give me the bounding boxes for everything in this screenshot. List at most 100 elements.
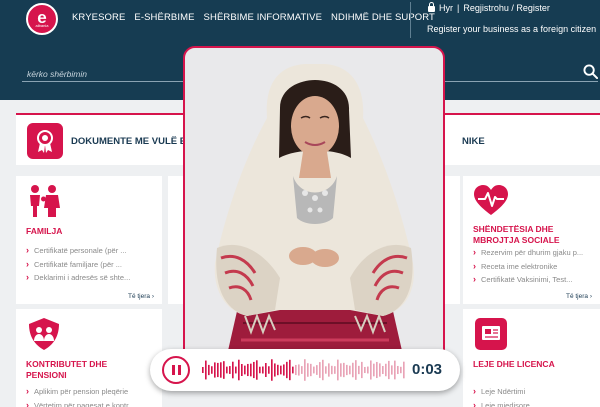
waveform-bar	[235, 366, 237, 374]
waveform-bar	[385, 363, 387, 377]
login-link[interactable]: Hyr	[439, 3, 453, 13]
waveform-bar	[277, 364, 279, 376]
search-icon[interactable]	[583, 64, 598, 79]
pause-icon[interactable]	[162, 356, 190, 384]
waveform-bar	[376, 361, 378, 379]
login-separator: |	[457, 3, 460, 13]
waveform-bar	[388, 360, 390, 380]
waveform-bar	[229, 366, 231, 374]
card-links: Leje Ndërtimi Leje mjedisore	[473, 385, 530, 407]
waveform-bar	[319, 362, 321, 378]
waveform-bar	[403, 361, 405, 379]
card-title: FAMILJA	[26, 226, 63, 236]
waveform-bar	[358, 365, 360, 375]
waveform-bar	[346, 364, 348, 376]
waveform-bar	[247, 363, 249, 377]
waveform-bar	[238, 359, 240, 381]
certificate-icon	[27, 123, 63, 159]
card-kontributet[interactable]: KONTRIBUTET DHE PENSIONI Aplikim për pen…	[16, 309, 162, 407]
waveform-bar	[241, 363, 243, 377]
waveform-bar	[328, 363, 330, 377]
nav-kryesore[interactable]: KRYESORE	[72, 12, 125, 23]
license-icon	[475, 318, 507, 350]
waveform-bar	[400, 366, 402, 374]
waveform-bar	[271, 359, 273, 381]
waveform-bar	[394, 360, 396, 380]
family-icon	[30, 185, 60, 217]
foreign-register-link[interactable]: Register your business as a foreign citi…	[427, 24, 596, 34]
card-links: Aplikim për pension pleqërie Vërtetim pë…	[26, 385, 134, 407]
card-shendetesia[interactable]: SHËNDETËSIA DHE MBROJTJA SOCIALE Rezervi…	[463, 176, 600, 304]
waveform-bar	[301, 366, 303, 374]
card-title: KONTRIBUTET DHE PENSIONI	[26, 359, 108, 380]
card-leje-dhe-licenca[interactable]: LEJE DHE LICENCA Leje Ndërtimi Leje mjed…	[463, 309, 600, 407]
waveform-bar	[322, 359, 324, 381]
waveform-bar	[343, 362, 345, 378]
list-item[interactable]: Aplikim për pension pleqërie	[26, 385, 134, 399]
waveform-bar	[397, 365, 399, 375]
waveform-bar	[349, 365, 351, 375]
waveform-bar	[337, 359, 339, 381]
waveform-bar	[268, 366, 270, 374]
waveform-bar	[367, 366, 369, 374]
waveform-bar	[334, 366, 336, 374]
e-albania-logo[interactable]: e albania	[26, 3, 58, 35]
waveform-bar	[232, 361, 234, 379]
list-item[interactable]: Rezervim për dhurim gjaku p...	[473, 246, 593, 260]
waveform-bar	[226, 366, 228, 374]
list-item[interactable]: Certifikatë Vaksinimi, Test...	[473, 273, 593, 287]
waveform-bar	[283, 364, 285, 376]
waveform-bar	[214, 362, 216, 378]
waveform-bar	[364, 366, 366, 374]
card-title: SHËNDETËSIA DHE MBROJTJA SOCIALE	[473, 224, 560, 245]
waveform-bar	[205, 360, 207, 380]
nav-sherbime-informative[interactable]: SHËRBIME INFORMATIVE	[204, 12, 322, 23]
nav-e-sherbime[interactable]: E-SHËRBIME	[134, 12, 194, 23]
waveform-bar	[223, 361, 225, 379]
waveform-bar	[382, 365, 384, 375]
header-divider	[410, 2, 411, 38]
waveform-bar	[352, 362, 354, 378]
video-overlay[interactable]	[183, 46, 445, 362]
heart-pulse-icon	[474, 185, 508, 215]
list-item[interactable]: Certifikatë familjare (për ...	[26, 258, 130, 272]
waveform-bar	[274, 363, 276, 377]
waveform-bar	[253, 361, 255, 379]
waveform-bar	[298, 364, 300, 376]
more-link[interactable]: Të tjera	[128, 293, 154, 300]
list-item[interactable]: Certifikatë personale (për ...	[26, 244, 130, 258]
banner-title-tail: NIKE	[462, 136, 485, 147]
waveform-bar	[340, 363, 342, 377]
card-familja[interactable]: FAMILJA Certifikatë personale (për ... C…	[16, 176, 162, 304]
waveform-bar	[256, 360, 258, 380]
list-item[interactable]: Leje mjedisore	[473, 399, 530, 407]
more-link[interactable]: Të tjera	[566, 293, 592, 300]
card-links: Rezervim për dhurim gjaku p... Receta im…	[473, 246, 593, 287]
logo-caption: albania	[35, 23, 49, 28]
waveform-bar	[289, 359, 291, 381]
nav-ndihme-dhe-suport[interactable]: NDIHMË DHE SUPORT	[331, 12, 435, 23]
waveform-bar	[211, 366, 213, 374]
list-item[interactable]: Vërtetim për pagesat e kontr...	[26, 399, 134, 407]
list-item[interactable]: Leje Ndërtimi	[473, 385, 530, 399]
list-item[interactable]: Receta ime elektronike	[473, 260, 593, 274]
waveform-bar	[295, 364, 297, 376]
waveform-bar	[208, 364, 210, 376]
contributions-icon	[29, 318, 59, 350]
waveform-bar	[310, 363, 312, 377]
waveform-bar	[316, 365, 318, 375]
waveform-bar	[262, 366, 264, 374]
list-item[interactable]: Deklarimi i adresës së shte...	[26, 271, 130, 285]
waveform-bar	[286, 361, 288, 379]
audio-player: 0:03	[150, 349, 460, 391]
waveform-bar	[355, 360, 357, 380]
banner-title: DOKUMENTE ME VULË EL	[71, 136, 192, 147]
waveform-bar	[217, 362, 219, 378]
elapsed-time: 0:03	[412, 361, 443, 378]
waveform-bar	[292, 366, 294, 374]
waveform-bar	[307, 363, 309, 377]
register-link[interactable]: Regjistrohu / Register	[463, 3, 550, 13]
login-area: Hyr | Regjistrohu / Register	[428, 2, 550, 13]
audio-waveform[interactable]	[202, 357, 406, 383]
waveform-bar	[280, 365, 282, 375]
